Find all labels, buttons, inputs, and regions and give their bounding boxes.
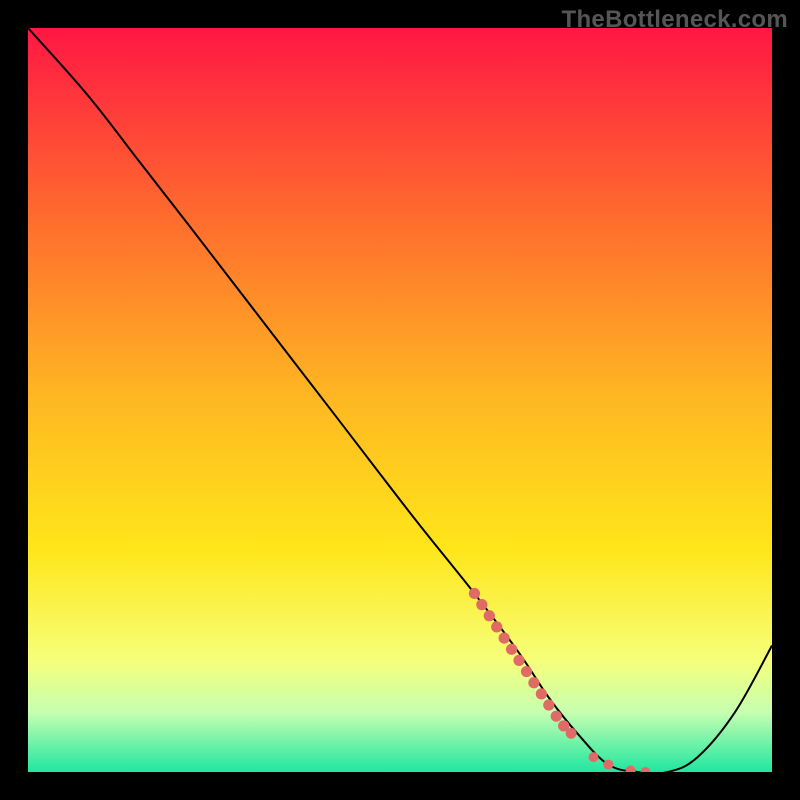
marker-dot (588, 752, 598, 762)
marker-dot (491, 621, 502, 632)
marker-dot (484, 610, 495, 621)
marker-dot (551, 711, 562, 722)
marker-dot (469, 588, 480, 599)
marker-dot (476, 599, 487, 610)
marker-dot (499, 632, 510, 643)
chart-svg (28, 28, 772, 772)
marker-dot (528, 677, 539, 688)
chart-frame: TheBottleneck.com (0, 0, 800, 800)
marker-dot (521, 666, 532, 677)
plot-area (28, 28, 772, 772)
marker-dot (543, 699, 554, 710)
marker-dot (566, 728, 577, 739)
marker-dot (513, 655, 524, 666)
gradient-rect (28, 28, 772, 772)
marker-dot (536, 688, 547, 699)
marker-dot (603, 760, 613, 770)
marker-dot (506, 644, 517, 655)
